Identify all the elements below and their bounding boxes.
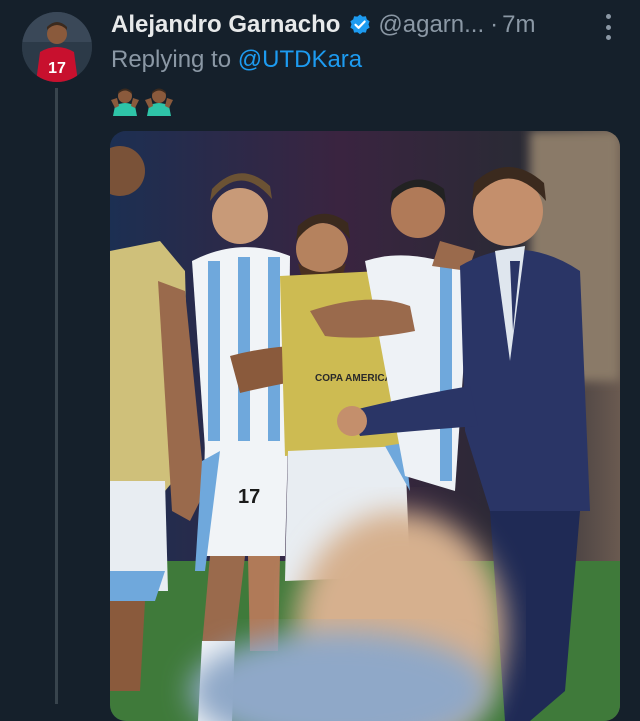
tweet-text [111, 86, 173, 116]
replying-to-line: Replying to @UTDKara [111, 46, 362, 74]
user-handle[interactable]: @agarn... [378, 11, 484, 39]
timestamp[interactable]: 7m [502, 11, 535, 39]
separator-dot: · [490, 11, 499, 38]
replying-to-label: Replying to [111, 46, 232, 73]
man-shrugging-emoji-icon [111, 88, 139, 116]
reply-mention-link[interactable]: @UTDKara [238, 46, 362, 73]
tweet-photo[interactable]: 17 COPA AMERICA USA 2024 [110, 131, 620, 721]
jersey-number: 17 [238, 486, 260, 508]
more-options-icon[interactable] [604, 14, 612, 40]
verified-badge-icon [350, 14, 370, 35]
avatar[interactable]: 17 [22, 12, 92, 82]
thread-connector-line [55, 88, 58, 704]
tweet-header: Alejandro Garnacho @agarn... · 7m [111, 8, 620, 42]
avatar-jersey-number: 17 [48, 60, 66, 77]
man-shrugging-emoji-icon [145, 88, 173, 116]
display-name[interactable]: Alejandro Garnacho [111, 11, 340, 39]
